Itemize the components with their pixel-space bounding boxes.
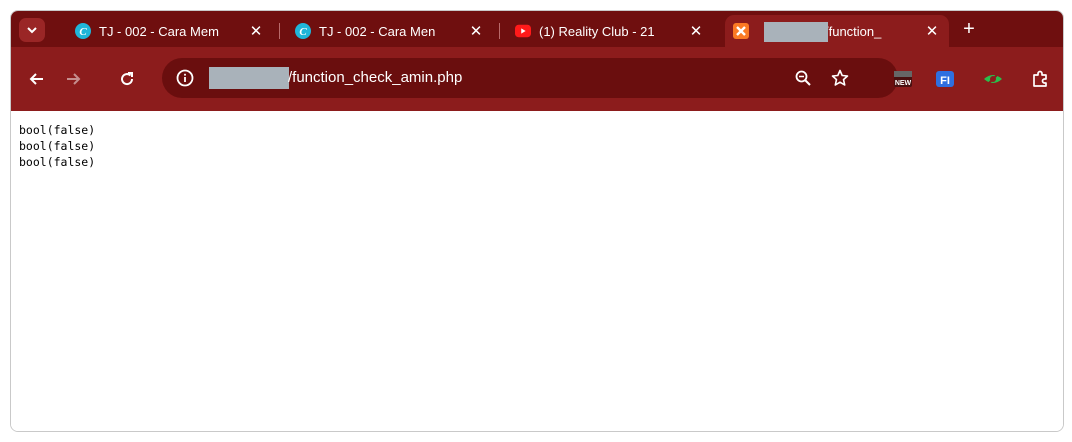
close-icon[interactable]: ✕ [247,22,265,40]
reload-icon [121,72,134,86]
output-line: bool(false) [19,123,96,137]
tab-4-active[interactable]: /function_ ✕ [725,15,949,47]
tab-2[interactable]: C TJ - 002 - Cara Men ✕ [287,15,493,47]
tab-search-button[interactable] [19,18,45,42]
chevron-down-icon [27,27,37,34]
arrow-right-icon [67,73,81,85]
forward-button[interactable] [61,67,85,91]
new-badge-extension-icon[interactable]: NEW [893,69,913,89]
close-icon[interactable]: ✕ [923,22,941,40]
output-line: bool(false) [19,139,96,153]
output-line: bool(false) [19,155,96,169]
browser-window: C TJ - 002 - Cara Mem ✕ C TJ - 002 - Car… [10,10,1064,432]
redacted-host [209,67,289,89]
svg-text:NEW: NEW [895,80,912,87]
youtube-icon [515,23,531,39]
fi-extension-icon[interactable]: FI [935,69,955,89]
tab-title: TJ - 002 - Cara Men [319,23,436,39]
tab-1[interactable]: C TJ - 002 - Cara Mem ✕ [67,15,273,47]
reload-button[interactable] [115,67,139,91]
tab-title: (1) Reality Club - 21 [539,23,655,39]
toolbar: /function_check_amin.php NEW FI [11,47,1063,111]
arrow-left-icon [29,73,43,85]
puzzle-extensions-icon[interactable] [1030,69,1050,89]
tab-separator [499,23,500,39]
close-icon[interactable]: ✕ [467,22,485,40]
new-tab-button[interactable]: + [957,17,981,41]
svg-text:C: C [79,26,87,38]
tab-strip: C TJ - 002 - Cara Mem ✕ C TJ - 002 - Car… [11,11,1063,47]
bookmark-star-icon[interactable] [829,67,851,89]
site-info-icon[interactable] [174,67,196,89]
back-button[interactable] [25,67,49,91]
tab-separator [279,23,280,39]
zoom-icon[interactable] [792,67,814,89]
xampp-icon [733,23,749,39]
svg-text:FI: FI [940,75,950,87]
redacted-host [764,22,828,42]
green-eye-extension-icon[interactable] [983,69,1003,89]
svg-text:C: C [299,26,307,38]
canva-icon: C [75,23,91,39]
close-icon[interactable]: ✕ [687,22,705,40]
url-text: /function_check_amin.php [288,69,463,86]
canva-icon: C [295,23,311,39]
address-bar[interactable]: /function_check_amin.php [162,58,898,98]
page-content: bool(false) bool(false) bool(false) [11,111,1063,431]
tab-title: TJ - 002 - Cara Mem [99,23,219,39]
tab-3[interactable]: (1) Reality Club - 21 ✕ [507,15,713,47]
